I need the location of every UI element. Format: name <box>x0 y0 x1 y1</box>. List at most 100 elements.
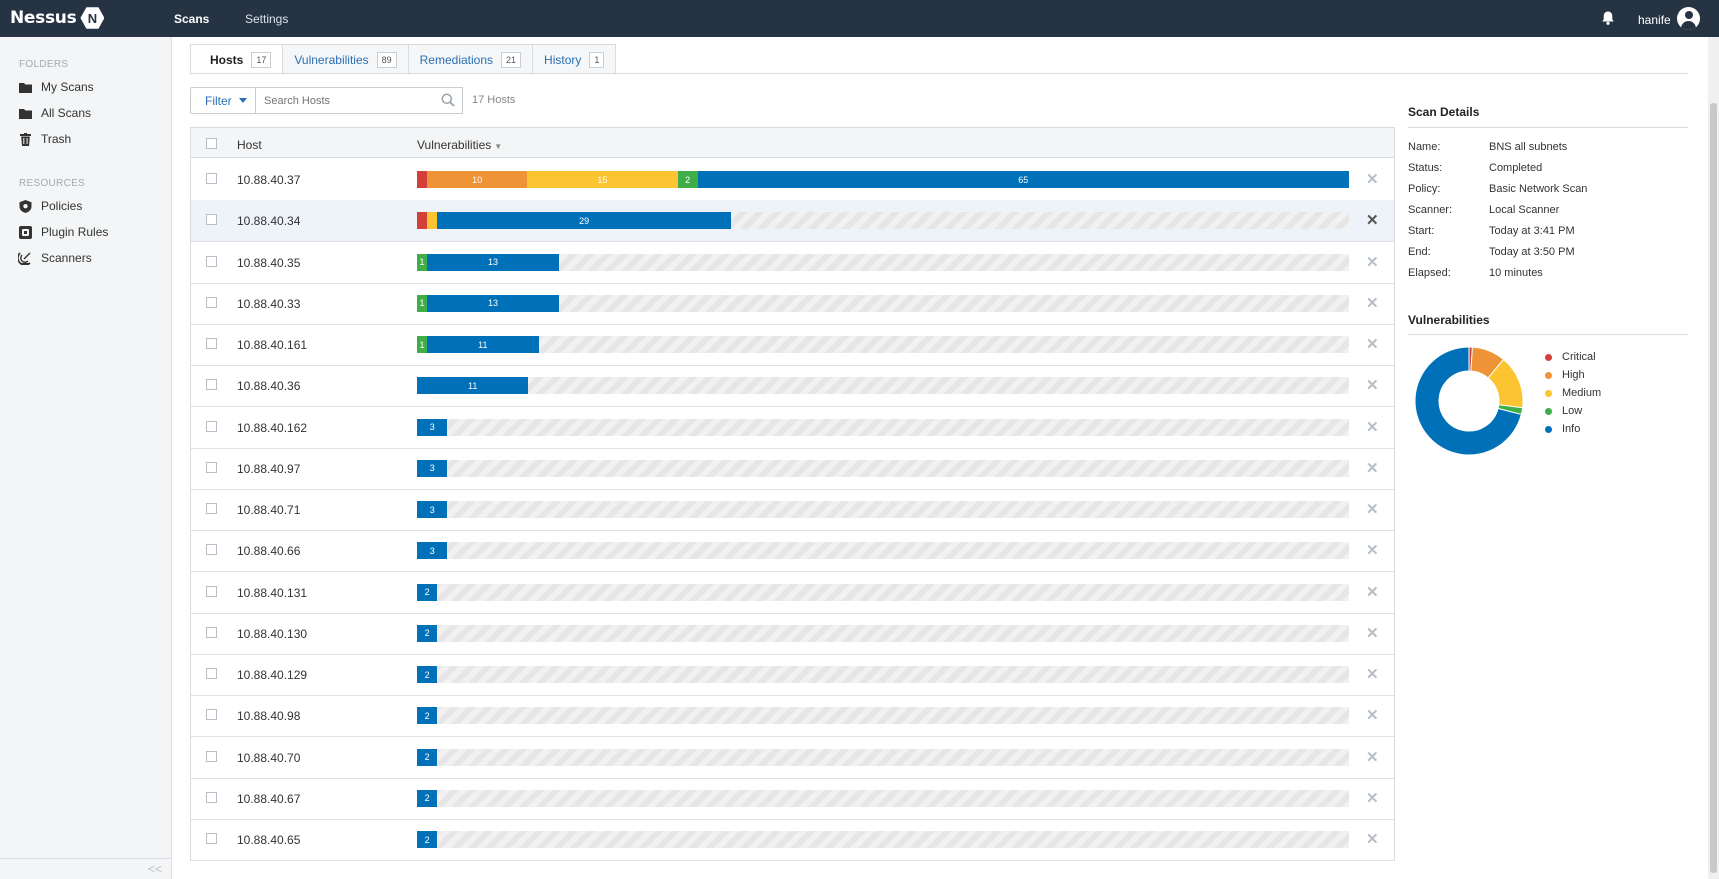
row-checkbox[interactable] <box>206 791 217 803</box>
tab-remediations[interactable]: Remediations 21 <box>407 44 534 74</box>
delete-host-icon[interactable]: ✕ <box>1366 706 1379 724</box>
table-row[interactable]: 10.88.40.98 2 ✕ <box>191 695 1394 738</box>
host-ip[interactable]: 10.88.40.97 <box>237 462 300 476</box>
row-checkbox[interactable] <box>206 709 217 721</box>
table-row[interactable]: 10.88.40.130 2 ✕ <box>191 613 1394 655</box>
row-checkbox[interactable] <box>206 338 217 349</box>
vulnerability-bar[interactable]: 2 <box>417 707 1349 725</box>
host-ip[interactable]: 10.88.40.161 <box>237 338 307 352</box>
sidebar-item-my-scans[interactable]: My Scans <box>18 80 94 94</box>
vulnerability-bar[interactable]: 11 <box>417 377 1349 395</box>
delete-host-icon[interactable]: ✕ <box>1366 253 1379 271</box>
table-row[interactable]: 10.88.40.66 3 ✕ <box>191 530 1394 573</box>
severity-segment-info[interactable]: 2 <box>417 707 438 725</box>
delete-host-icon[interactable]: ✕ <box>1366 500 1379 518</box>
table-row[interactable]: 10.88.40.36 11 ✕ <box>191 365 1394 408</box>
vulnerability-bar[interactable]: 2 <box>417 831 1349 848</box>
vulnerability-bar[interactable]: 29 <box>417 212 1349 230</box>
host-ip[interactable]: 10.88.40.66 <box>237 544 300 558</box>
delete-host-icon[interactable]: ✕ <box>1366 748 1379 766</box>
vulnerability-bar[interactable]: 3 <box>417 459 1349 477</box>
host-ip[interactable]: 10.88.40.34 <box>237 214 300 228</box>
tab-vulnerabilities[interactable]: Vulnerabilities 89 <box>282 44 409 74</box>
host-ip[interactable]: 10.88.40.130 <box>237 627 307 641</box>
severity-segment-info[interactable]: 13 <box>427 253 559 271</box>
search-icon[interactable] <box>441 93 455 107</box>
tab-hosts[interactable]: Hosts 17 <box>190 44 284 75</box>
vulnerability-bar[interactable]: 3 <box>417 542 1349 560</box>
severity-segment-low[interactable]: 1 <box>417 336 428 353</box>
host-ip[interactable]: 10.88.40.33 <box>237 297 300 311</box>
sidebar-item-scanners[interactable]: Scanners <box>18 251 92 265</box>
delete-host-icon[interactable]: ✕ <box>1366 418 1379 436</box>
nessus-logo[interactable]: Nessus N <box>10 6 105 30</box>
vulnerability-bar[interactable]: 10 15 2 65 <box>417 171 1349 188</box>
row-checkbox[interactable] <box>206 626 217 638</box>
table-row[interactable]: 10.88.40.129 2 ✕ <box>191 654 1394 696</box>
host-ip[interactable]: 10.88.40.162 <box>237 421 307 435</box>
table-row[interactable]: 10.88.40.34 29 ✕ <box>191 200 1394 243</box>
search-hosts-input[interactable] <box>255 87 463 114</box>
row-checkbox[interactable] <box>206 585 217 597</box>
severity-segment-info[interactable]: 29 <box>437 212 732 230</box>
vulnerability-bar[interactable]: 1 13 <box>417 294 1349 312</box>
user-avatar-icon[interactable] <box>1677 7 1700 30</box>
severity-segment-info[interactable]: 2 <box>417 624 438 642</box>
user-name[interactable]: hanife <box>1638 13 1671 27</box>
vulnerability-bar[interactable]: 3 <box>417 501 1349 518</box>
severity-segment-medium[interactable]: 15 <box>527 171 678 188</box>
delete-host-icon[interactable]: ✕ <box>1366 335 1379 353</box>
table-row[interactable]: 10.88.40.33 1 13 ✕ <box>191 283 1394 325</box>
delete-host-icon[interactable]: ✕ <box>1366 624 1379 642</box>
row-checkbox[interactable] <box>206 668 217 679</box>
delete-host-icon[interactable]: ✕ <box>1366 583 1379 601</box>
host-ip[interactable]: 10.88.40.129 <box>237 668 307 682</box>
row-checkbox[interactable] <box>206 173 217 184</box>
host-ip[interactable]: 10.88.40.98 <box>237 709 300 723</box>
vulnerability-bar[interactable]: 2 <box>417 748 1349 766</box>
vulnerability-bar[interactable]: 1 13 <box>417 253 1349 271</box>
table-row[interactable]: 10.88.40.162 3 ✕ <box>191 407 1394 449</box>
severity-segment-info[interactable]: 13 <box>427 294 559 312</box>
host-ip[interactable]: 10.88.40.37 <box>237 173 300 187</box>
severity-segment-info[interactable]: 65 <box>697 171 1349 188</box>
delete-host-icon[interactable]: ✕ <box>1366 170 1379 188</box>
delete-host-icon[interactable]: ✕ <box>1366 459 1379 477</box>
severity-segment-info[interactable]: 3 <box>417 501 448 518</box>
severity-segment-info[interactable]: 2 <box>417 666 438 683</box>
severity-segment-info[interactable]: 2 <box>417 831 438 848</box>
host-ip[interactable]: 10.88.40.67 <box>237 792 300 806</box>
delete-host-icon[interactable]: ✕ <box>1366 830 1379 848</box>
severity-segment-critical[interactable] <box>417 212 428 230</box>
severity-segment-info[interactable]: 3 <box>417 459 448 477</box>
vulnerability-bar[interactable]: 2 <box>417 583 1349 601</box>
severity-segment-critical[interactable] <box>417 171 428 188</box>
delete-host-icon[interactable]: ✕ <box>1366 211 1379 229</box>
row-checkbox[interactable] <box>206 255 217 267</box>
host-ip[interactable]: 10.88.40.131 <box>237 586 307 600</box>
table-row[interactable]: 10.88.40.65 2 ✕ <box>191 819 1394 861</box>
delete-host-icon[interactable]: ✕ <box>1366 789 1379 807</box>
table-row[interactable]: 10.88.40.35 1 13 ✕ <box>191 242 1394 284</box>
table-row[interactable]: 10.88.40.71 3 ✕ <box>191 489 1394 531</box>
severity-segment-info[interactable]: 3 <box>417 542 448 560</box>
row-checkbox[interactable] <box>206 296 217 308</box>
select-all-checkbox[interactable] <box>206 138 217 149</box>
column-header-vulnerabilities[interactable]: Vulnerabilities ▼ <box>417 138 502 152</box>
sidebar-item-policies[interactable]: Policies <box>18 199 82 213</box>
severity-segment-high[interactable]: 10 <box>427 171 528 188</box>
host-ip[interactable]: 10.88.40.65 <box>237 833 300 847</box>
vulnerability-bar[interactable]: 2 <box>417 624 1349 642</box>
table-row[interactable]: 10.88.40.70 2 ✕ <box>191 737 1394 779</box>
severity-segment-info[interactable]: 11 <box>427 336 539 353</box>
table-row[interactable]: 10.88.40.67 2 ✕ <box>191 778 1394 820</box>
sidebar-collapse-button[interactable]: << <box>0 858 172 879</box>
vulnerability-bar[interactable]: 1 11 <box>417 336 1349 353</box>
host-ip[interactable]: 10.88.40.70 <box>237 751 300 765</box>
sidebar-item-trash[interactable]: Trash <box>18 132 71 146</box>
delete-host-icon[interactable]: ✕ <box>1366 541 1379 559</box>
table-row[interactable]: 10.88.40.161 1 11 ✕ <box>191 324 1394 366</box>
severity-segment-medium[interactable] <box>427 212 438 230</box>
filter-dropdown-button[interactable]: Filter <box>190 87 256 114</box>
severity-segment-low[interactable]: 1 <box>417 253 428 271</box>
